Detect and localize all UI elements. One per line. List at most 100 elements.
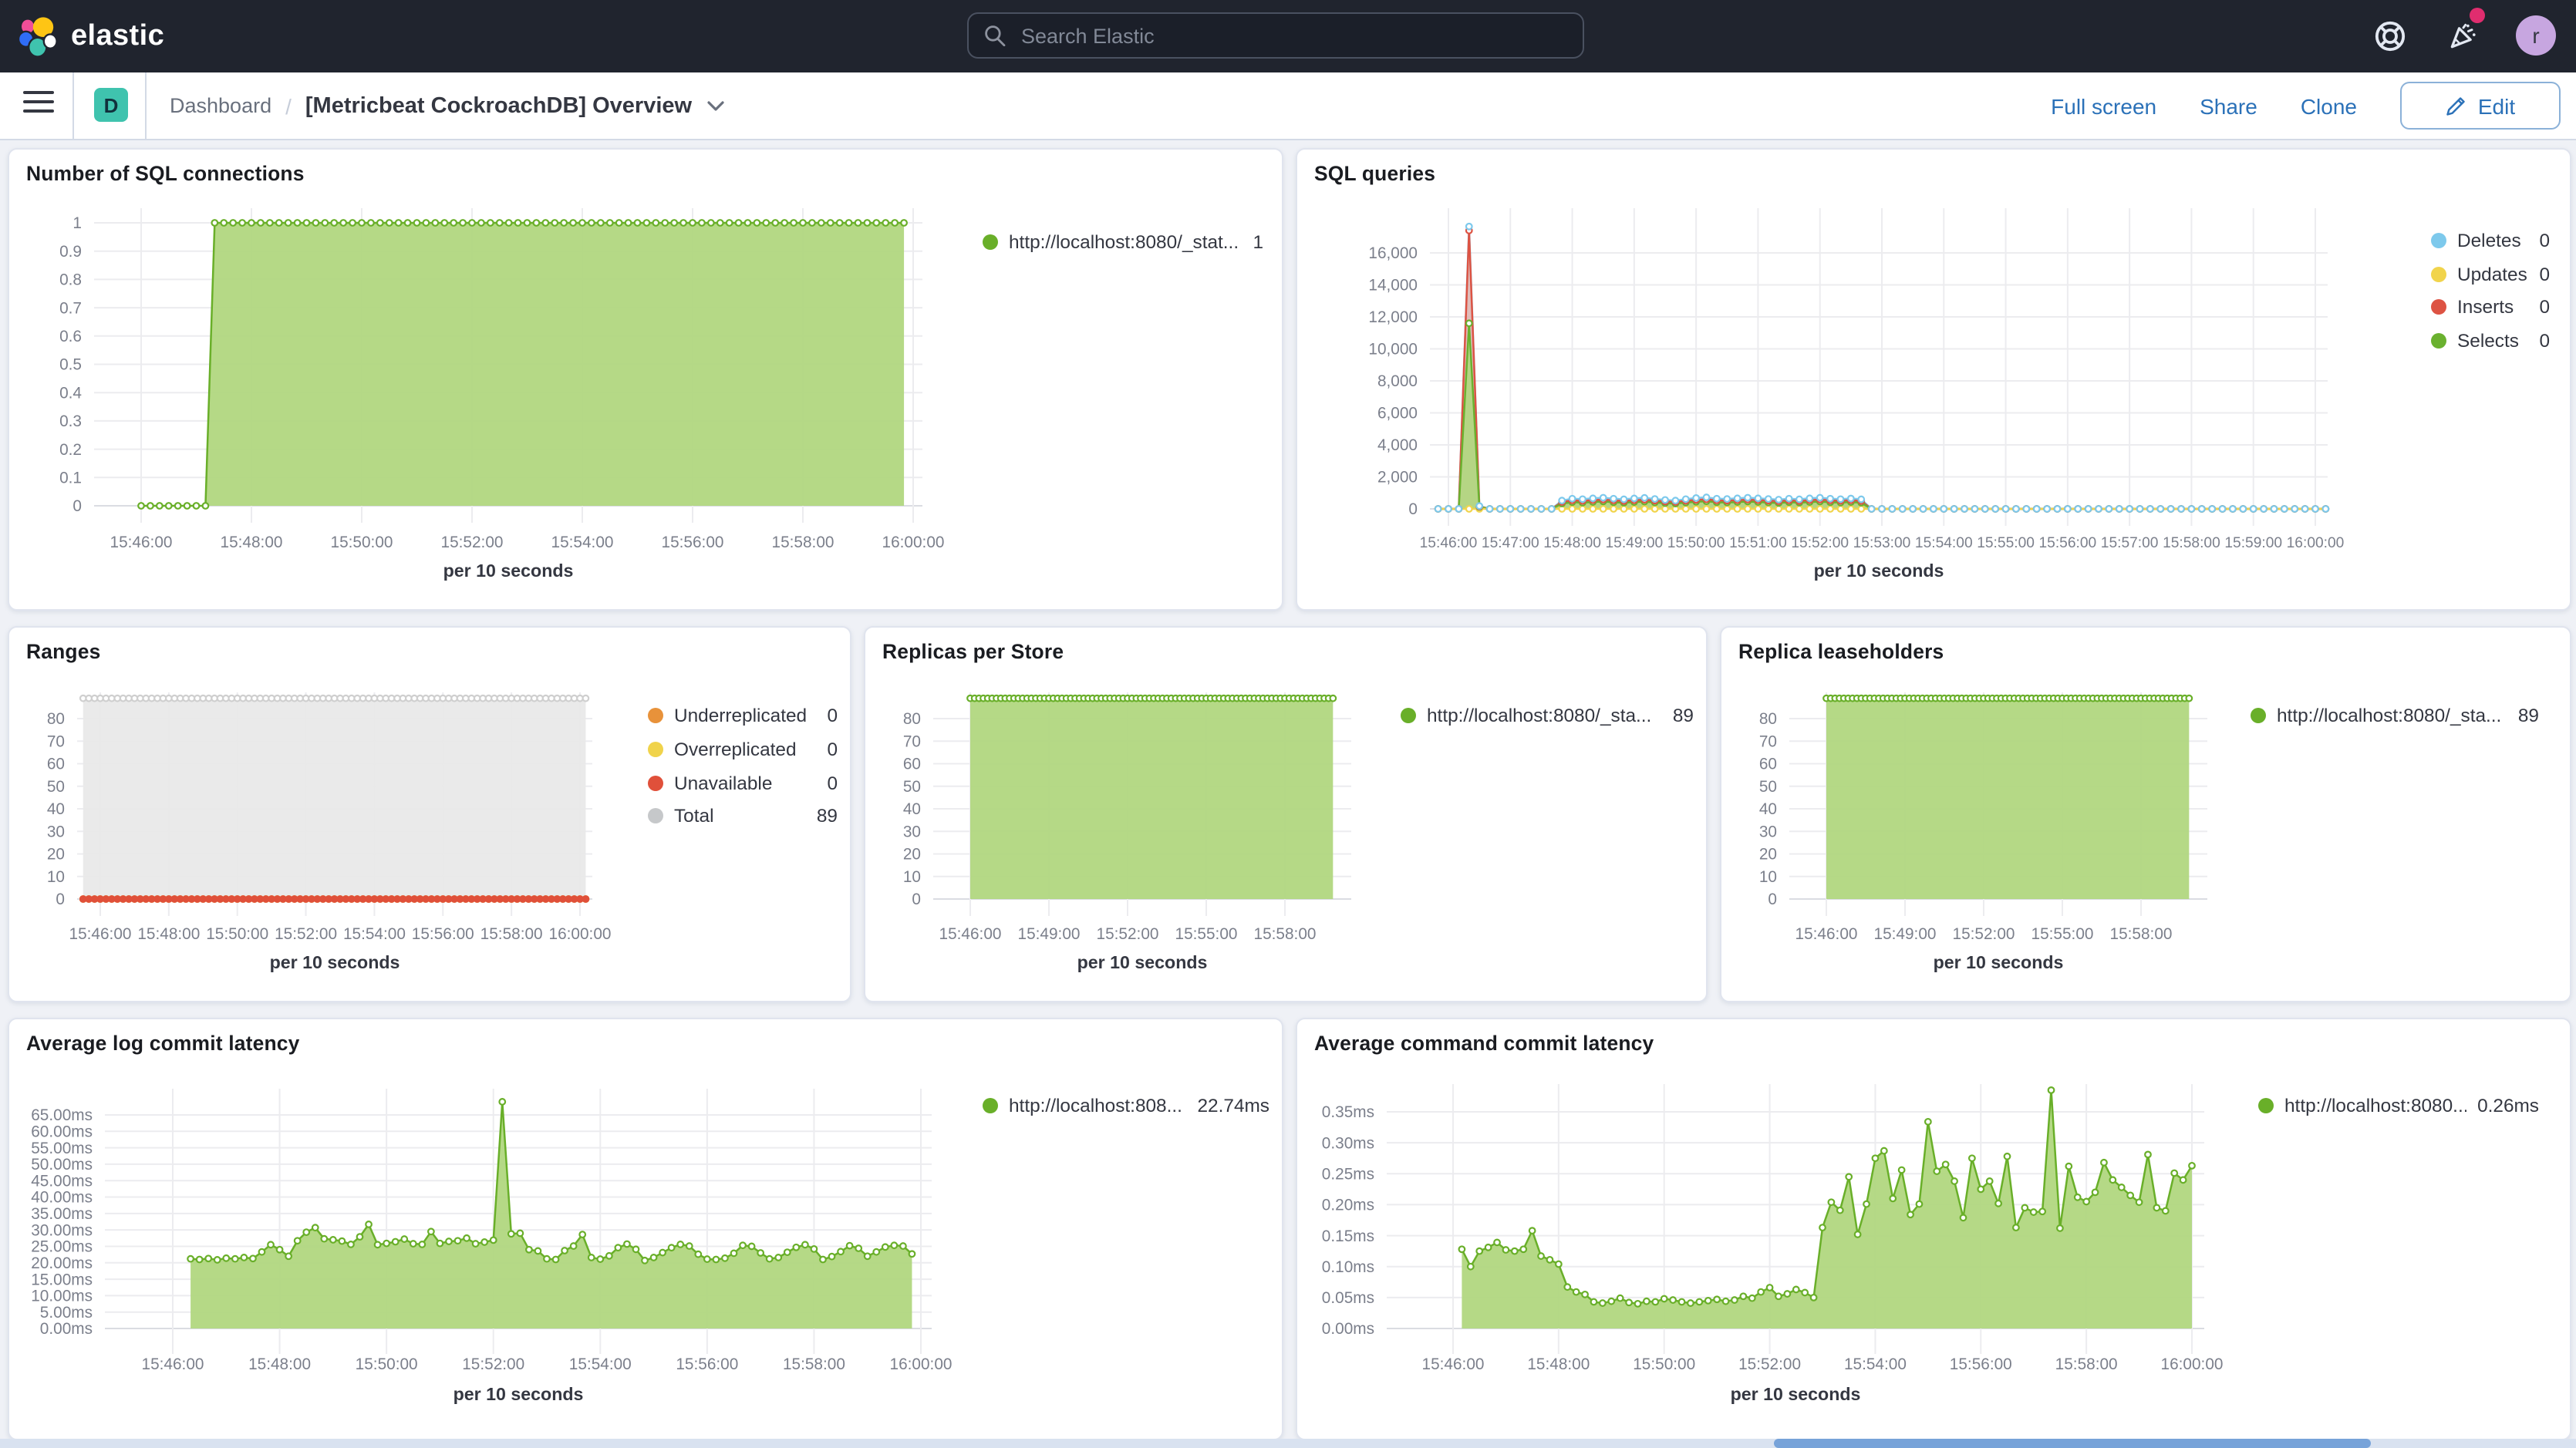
svg-text:15:58:00: 15:58:00 [2163,535,2220,551]
title-chevron-down-icon[interactable] [706,99,724,112]
svg-text:15:56:00: 15:56:00 [662,534,724,551]
legend-value: 1 [1253,231,1263,253]
legend-value: 0 [2539,296,2550,318]
svg-text:15:58:00: 15:58:00 [783,1355,845,1373]
panel-avg-log-commit-latency: Average log commit latency 0.00ms5.00ms1… [8,1018,1283,1440]
legend-item[interactable]: Overreplicated 0 [648,737,838,762]
legend-value: 22.74ms [1198,1095,1270,1116]
svg-text:40: 40 [47,800,65,818]
svg-text:0.35ms: 0.35ms [1322,1103,1374,1121]
svg-text:0.10ms: 0.10ms [1322,1258,1374,1276]
chart-canvas[interactable]: 0102030405060708015:46:0015:49:0015:52:0… [865,628,1706,1001]
svg-text:15:52:00: 15:52:00 [441,534,504,551]
legend-value: 0 [827,739,838,760]
horizontal-scrollbar [0,1439,2576,1448]
svg-text:10: 10 [903,868,921,886]
svg-text:0.1: 0.1 [59,470,82,487]
chart-canvas[interactable]: 0.00ms5.00ms10.00ms15.00ms20.00ms25.00ms… [9,1019,1282,1439]
svg-text:0.8: 0.8 [59,271,82,289]
legend-label: Overreplicated [674,739,816,760]
svg-text:15:58:00: 15:58:00 [480,925,543,943]
svg-text:15:56:00: 15:56:00 [1950,1355,2012,1373]
legend-value: 89 [817,806,838,827]
breadcrumb-separator: / [285,93,292,118]
svg-text:15:48:00: 15:48:00 [221,534,283,551]
legend-item[interactable]: Total89 [648,804,838,829]
chart-canvas[interactable]: 0102030405060708015:46:0015:49:0015:52:0… [1721,628,2570,1001]
chart-canvas[interactable]: 0.00ms0.05ms0.10ms0.15ms0.20ms0.25ms0.30… [1297,1019,2570,1439]
svg-text:0.00ms: 0.00ms [1322,1320,1374,1338]
legend-color-dot [2431,233,2446,248]
menu-icon [23,91,54,95]
chart-canvas[interactable]: 00.10.20.30.40.50.60.70.80.9115:46:0015:… [9,150,1282,609]
menu-button[interactable] [23,91,54,119]
legend-color-dot [2431,299,2446,315]
legend-item[interactable]: Selects0 [2431,328,2550,352]
svg-text:15:52:00: 15:52:00 [1738,1355,1801,1373]
elastic-logo[interactable]: elastic [17,0,164,72]
legend-item[interactable]: Inserts0 [2431,295,2550,319]
svg-text:15:49:00: 15:49:00 [1018,925,1081,943]
legend-value: 89 [1673,705,1694,726]
avatar[interactable]: r [2516,15,2556,56]
svg-text:0.5: 0.5 [59,356,82,374]
global-search[interactable] [967,12,1584,59]
svg-text:15:46:00: 15:46:00 [1422,1355,1485,1373]
legend-color-dot [983,1098,998,1113]
panel-sql-connections: Number of SQL connections 00.10.20.30.40… [8,148,1283,611]
chart-canvas[interactable]: 02,0004,0006,0008,00010,00012,00014,0001… [1297,150,2570,609]
pencil-icon [2446,95,2467,116]
svg-text:30: 30 [47,823,65,840]
legend-item[interactable]: http://localhost:8080/_stat...1 [983,230,1263,254]
svg-text:15:56:00: 15:56:00 [676,1355,738,1373]
dashboard-app-badge[interactable]: D [94,88,128,122]
svg-text:0.15ms: 0.15ms [1322,1227,1374,1245]
scrollbar-thumb[interactable] [1774,1439,2371,1448]
svg-text:15:50:00: 15:50:00 [331,534,393,551]
svg-text:15:54:00: 15:54:00 [551,534,614,551]
legend-item[interactable]: http://localhost:8080/_sta...89 [2251,703,2539,728]
svg-text:16:00:00: 16:00:00 [882,534,945,551]
full-screen-button[interactable]: Full screen [2051,93,2156,118]
legend-item[interactable]: Deletes0 [2431,228,2550,253]
legend-item[interactable]: http://localhost:8080/_sta...89 [1401,703,1694,728]
svg-text:15:48:00: 15:48:00 [1543,535,1601,551]
svg-text:15:56:00: 15:56:00 [412,925,474,943]
svg-text:50: 50 [47,778,65,796]
edit-button[interactable]: Edit [2400,82,2561,130]
legend-value: 0 [2539,230,2550,251]
help-button[interactable] [2369,15,2409,56]
svg-text:50: 50 [903,778,921,796]
svg-text:15:57:00: 15:57:00 [2101,535,2159,551]
clone-button[interactable]: Clone [2301,93,2357,118]
legend-label: Updates [2457,263,2528,285]
svg-text:15:50:00: 15:50:00 [206,925,268,943]
svg-text:15:58:00: 15:58:00 [1254,925,1317,943]
legend-item[interactable]: http://localhost:808...22.74ms [983,1093,1269,1118]
svg-text:15:46:00: 15:46:00 [142,1355,204,1373]
panel-replicas-per-store: Replicas per Store 0102030405060708015:4… [864,626,1708,1002]
breadcrumb-dashboard-link[interactable]: Dashboard [170,94,271,117]
svg-text:10: 10 [1759,868,1777,886]
svg-text:15:52:00: 15:52:00 [1791,535,1849,551]
kibana-dashboard: elastic [0,0,2576,1448]
svg-text:15:48:00: 15:48:00 [1527,1355,1590,1373]
svg-text:40: 40 [903,800,921,818]
svg-text:15:58:00: 15:58:00 [2110,925,2173,943]
legend-item[interactable]: Unavailable0 [648,770,838,795]
svg-text:15:55:00: 15:55:00 [1175,925,1238,943]
search-input[interactable] [1018,22,1567,49]
legend-color-dot [1401,708,1416,723]
svg-text:0.25ms: 0.25ms [1322,1165,1374,1183]
svg-text:35.00ms: 35.00ms [31,1205,93,1223]
svg-text:60: 60 [1759,756,1777,773]
panel-sql-queries: SQL queries 02,0004,0006,0008,00010,0001… [1296,148,2571,611]
legend-item[interactable]: http://localhost:8080...0.26ms [2258,1093,2539,1118]
legend-item[interactable]: Underreplicated0 [648,703,838,728]
share-button[interactable]: Share [2200,93,2257,118]
svg-text:15:52:00: 15:52:00 [1953,925,2015,943]
legend-color-dot [648,775,663,790]
legend-item[interactable]: Updates0 [2431,261,2550,286]
legend-color-dot [648,742,663,757]
svg-text:15:58:00: 15:58:00 [772,534,835,551]
